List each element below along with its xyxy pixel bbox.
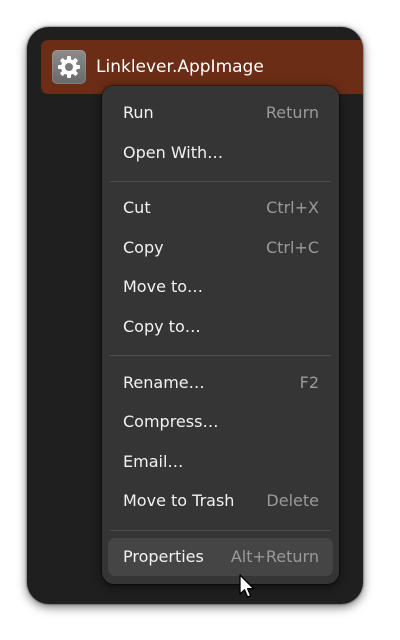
menu-item-shortcut: Return	[265, 103, 319, 122]
menu-item-shortcut: Ctrl+C	[265, 238, 319, 257]
menu-item-shortcut: F2	[299, 373, 319, 392]
menu-item-label: Copy to…	[123, 317, 201, 336]
menu-item-label: Run	[123, 103, 154, 122]
menu-separator	[110, 530, 331, 531]
menu-item-properties[interactable]: Properties Alt+Return	[108, 538, 333, 576]
menu-item-label: Properties	[123, 547, 204, 566]
context-menu: Run Return Open With… Cut Ctrl+X Copy Ct…	[102, 86, 339, 584]
menu-item-shortcut: Ctrl+X	[266, 198, 319, 217]
menu-item-run[interactable]: Run Return	[108, 94, 333, 132]
menu-separator	[110, 355, 331, 356]
menu-item-move-to-trash[interactable]: Move to Trash Delete	[108, 482, 333, 520]
menu-item-copy[interactable]: Copy Ctrl+C	[108, 229, 333, 267]
menu-item-label: Copy	[123, 238, 164, 257]
menu-item-open-with[interactable]: Open With…	[108, 134, 333, 172]
gear-icon	[52, 50, 86, 84]
menu-item-label: Cut	[123, 198, 151, 217]
menu-separator	[110, 181, 331, 182]
menu-item-email[interactable]: Email…	[108, 443, 333, 481]
menu-item-shortcut: Delete	[266, 491, 319, 510]
menu-item-label: Compress…	[123, 412, 219, 431]
menu-item-label: Move to…	[123, 277, 204, 296]
menu-item-cut[interactable]: Cut Ctrl+X	[108, 189, 333, 227]
menu-item-move-to[interactable]: Move to…	[108, 268, 333, 306]
menu-item-rename[interactable]: Rename… F2	[108, 364, 333, 402]
file-name-label: Linklever.AppImage	[96, 57, 264, 77]
menu-item-label: Email…	[123, 452, 184, 471]
menu-item-copy-to[interactable]: Copy to…	[108, 308, 333, 346]
menu-item-shortcut: Alt+Return	[230, 547, 319, 566]
menu-item-label: Move to Trash	[123, 491, 235, 510]
menu-item-label: Open With…	[123, 143, 224, 162]
menu-item-label: Rename…	[123, 373, 205, 392]
mouse-pointer-icon	[239, 574, 255, 598]
menu-item-compress[interactable]: Compress…	[108, 403, 333, 441]
